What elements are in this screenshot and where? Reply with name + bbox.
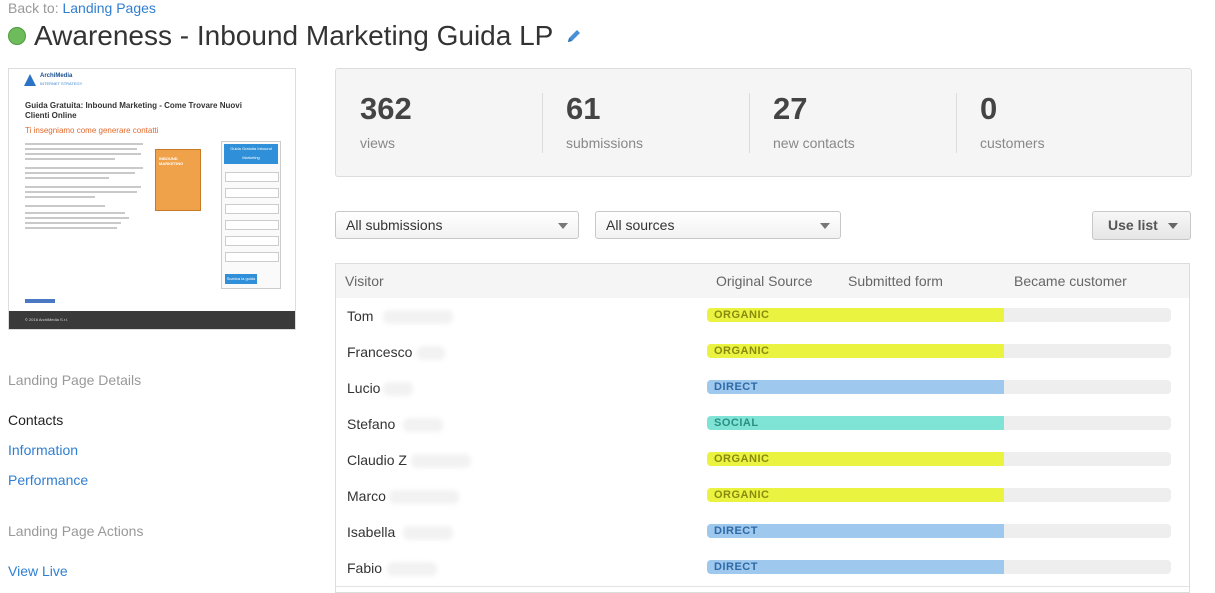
title-row: Awareness - Inbound Marketing Guida LP	[8, 20, 583, 52]
preview-form-field	[225, 188, 279, 198]
stat-label: customers	[980, 135, 1045, 151]
actions-heading: Landing Page Actions	[8, 523, 144, 539]
source-badge: DIRECT	[714, 525, 758, 537]
preview-form-button: Scarica la guida	[225, 274, 257, 284]
preview-footer: © 2016 ArchiMedia S.r.l.	[9, 311, 295, 329]
visitor-name[interactable]: Lucio	[347, 380, 380, 396]
source-badge: DIRECT	[714, 561, 758, 573]
column-header-visitor[interactable]: Visitor	[345, 273, 384, 289]
sidebar-item-contacts[interactable]: Contacts	[8, 412, 63, 428]
preview-form-field	[225, 220, 279, 230]
redacted-surname	[383, 310, 453, 324]
column-header-submitted-form[interactable]: Submitted form	[848, 273, 943, 289]
preview-form-field	[225, 236, 279, 246]
redacted-surname	[387, 562, 437, 576]
source-badge: DIRECT	[714, 381, 758, 393]
stat-value: 0	[980, 91, 998, 126]
visitor-name[interactable]: Francesco	[347, 344, 412, 360]
preview-headline: Guida Gratuita: Inbound Marketing - Come…	[25, 101, 242, 120]
stat-value: 27	[773, 91, 808, 126]
stat-customers: 0 customers	[956, 69, 1163, 176]
visitor-name[interactable]: Claudio Z	[347, 452, 407, 468]
submissions-filter-value: All submissions	[346, 217, 443, 233]
preview-form: Guida Gratuita Inbound Marketing Scarica…	[221, 141, 281, 289]
stat-views: 362 views	[336, 69, 543, 176]
preview-subheadline: Ti insegniamo come generare contatti	[25, 126, 159, 135]
table-row[interactable]: Fabio DIRECT	[336, 550, 1189, 587]
sources-filter-dropdown[interactable]: All sources	[595, 211, 841, 239]
source-badge: ORGANIC	[714, 489, 770, 501]
use-list-label: Use list	[1108, 217, 1158, 233]
details-heading: Landing Page Details	[8, 372, 142, 388]
source-badge: ORGANIC	[714, 309, 770, 321]
preview-brand-sub: INTERNET STRATEGY	[40, 81, 83, 86]
submissions-table: Visitor Original Source Submitted form B…	[335, 263, 1190, 593]
back-to-landing-pages-link[interactable]: Landing Pages	[62, 0, 155, 16]
stat-value: 362	[360, 91, 412, 126]
stat-value: 61	[566, 91, 601, 126]
table-row[interactable]: Isabella DIRECT	[336, 514, 1189, 551]
stat-new-contacts: 27 new contacts	[749, 69, 956, 176]
redacted-surname	[389, 490, 459, 504]
redacted-surname	[403, 526, 453, 540]
sidebar-item-performance[interactable]: Performance	[8, 472, 88, 488]
stat-submissions: 61 submissions	[542, 69, 749, 176]
redacted-surname	[383, 382, 413, 396]
visitor-name[interactable]: Tom	[347, 308, 373, 324]
table-row[interactable]: Stefano SOCIAL	[336, 406, 1189, 443]
redacted-surname	[411, 454, 471, 468]
source-badge: SOCIAL	[714, 417, 759, 429]
sources-filter-value: All sources	[606, 217, 675, 233]
table-header: Visitor Original Source Submitted form B…	[336, 264, 1189, 299]
source-badge: ORGANIC	[714, 453, 770, 465]
preview-book-title: INBOUND MARKETING	[159, 156, 184, 166]
preview-body-text	[25, 143, 145, 232]
preview-ebook-cover: INBOUND MARKETING	[155, 149, 201, 211]
chevron-down-icon	[558, 223, 568, 229]
chevron-down-icon	[1168, 223, 1178, 229]
visitor-name[interactable]: Isabella	[347, 524, 395, 540]
visitor-name[interactable]: Stefano	[347, 416, 395, 432]
table-row[interactable]: Lucio DIRECT	[336, 370, 1189, 407]
redacted-surname	[417, 346, 445, 360]
stat-label: views	[360, 135, 396, 151]
stat-label: new contacts	[773, 135, 855, 151]
back-prefix: Back to:	[8, 0, 59, 16]
redacted-surname	[403, 418, 443, 432]
preview-social-icons	[25, 299, 55, 303]
archimedia-logo-icon	[24, 74, 36, 86]
status-indicator-icon	[8, 27, 26, 45]
preview-form-title: Guida Gratuita Inbound Marketing	[224, 144, 278, 164]
submissions-filter-dropdown[interactable]: All submissions	[335, 211, 579, 239]
preview-form-field	[225, 252, 279, 262]
back-navigation: Back to: Landing Pages	[8, 0, 156, 16]
table-row[interactable]: Francesco ORGANIC	[336, 334, 1189, 371]
visitor-name[interactable]: Fabio	[347, 560, 382, 576]
preview-logo: ArchiMedia INTERNET STRATEGY	[23, 73, 82, 87]
column-header-became-customer[interactable]: Became customer	[1014, 273, 1127, 289]
chevron-down-icon	[820, 223, 830, 229]
sidebar-item-information[interactable]: Information	[8, 442, 78, 458]
preview-form-field	[225, 172, 279, 182]
view-live-link[interactable]: View Live	[8, 563, 68, 579]
table-row[interactable]: Tom ORGANIC	[336, 298, 1189, 335]
stat-label: submissions	[566, 135, 644, 151]
source-badge: ORGANIC	[714, 345, 770, 357]
column-header-original-source[interactable]: Original Source	[716, 273, 813, 289]
table-row[interactable]: Marco ORGANIC	[336, 478, 1189, 515]
table-row[interactable]: Claudio Z ORGANIC	[336, 442, 1189, 479]
visitor-name[interactable]: Marco	[347, 488, 386, 504]
preview-brand: ArchiMedia	[40, 73, 73, 79]
edit-pencil-icon[interactable]	[565, 27, 583, 45]
stats-panel: 362 views 61 submissions 27 new contacts…	[335, 68, 1192, 177]
use-list-button[interactable]: Use list	[1092, 211, 1191, 240]
preview-form-field	[225, 204, 279, 214]
page-title: Awareness - Inbound Marketing Guida LP	[34, 20, 554, 51]
landing-page-preview[interactable]: ArchiMedia INTERNET STRATEGY Guida Gratu…	[8, 68, 296, 330]
